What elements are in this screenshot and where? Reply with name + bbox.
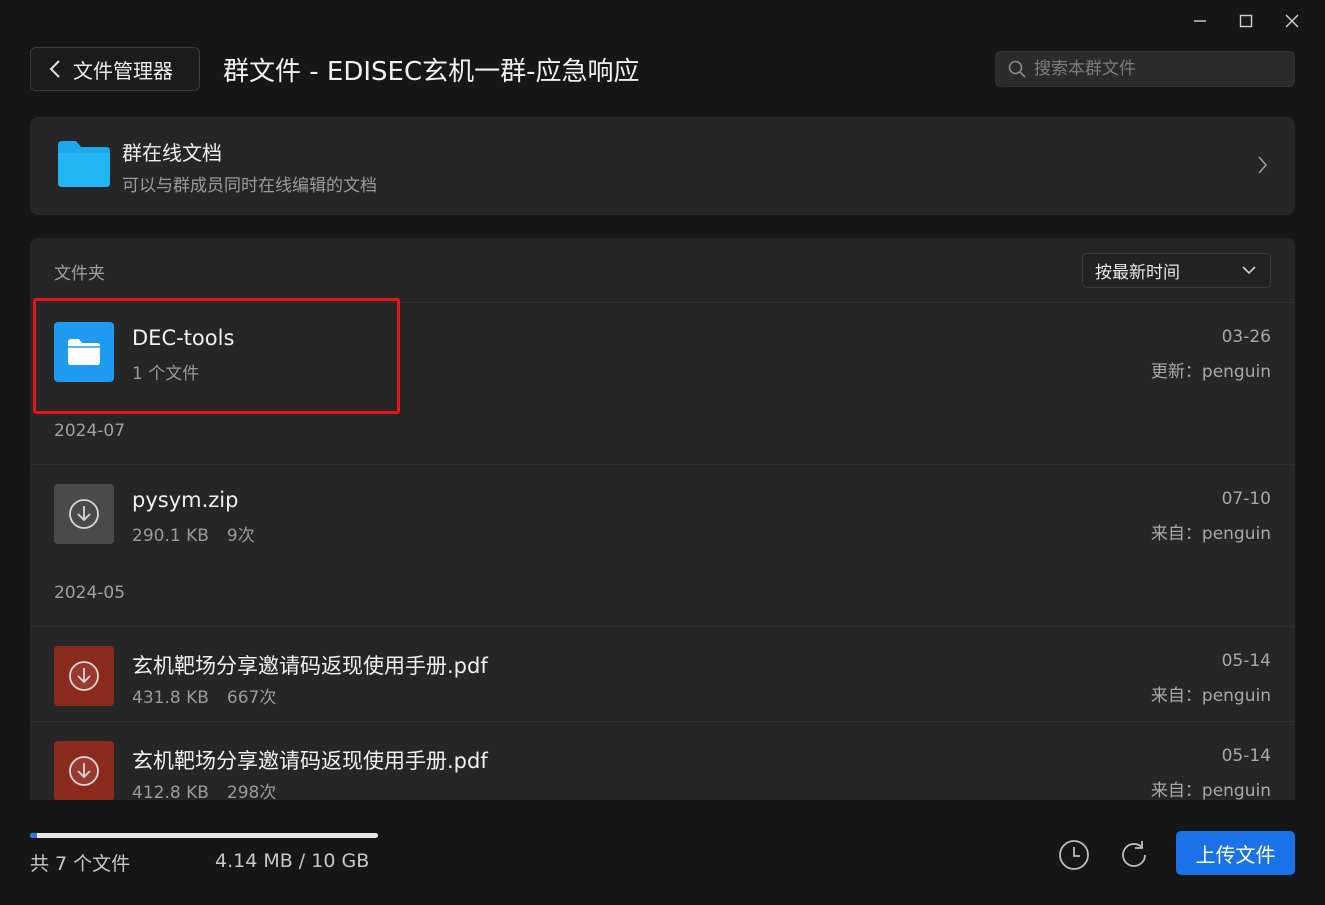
file-meta: 290.1 KB 9次 — [132, 521, 255, 546]
download-icon[interactable] — [54, 646, 114, 706]
sort-label: 按最新时间 — [1095, 263, 1180, 283]
file-name: 玄机靶场分享邀请码返现使用手册.pdf — [132, 749, 488, 773]
file-uploader: 来自：penguin — [1150, 686, 1271, 706]
search-icon — [1008, 60, 1026, 78]
group-label: 2024-07 — [54, 421, 126, 441]
upload-file-button[interactable]: 上传文件 — [1176, 831, 1295, 875]
download-icon[interactable] — [54, 484, 114, 544]
file-downloads: 9次 — [226, 526, 255, 546]
file-row[interactable]: 玄机靶场分享邀请码返现使用手册.pdf 412.8 KB 298次 05-14 来… — [30, 721, 1295, 800]
sort-dropdown[interactable]: 按最新时间 — [1082, 253, 1271, 288]
folder-section-label: 文件夹 — [54, 264, 105, 284]
highlight-box — [33, 298, 400, 414]
maximize-icon[interactable] — [1223, 6, 1269, 36]
search-input[interactable] — [1034, 59, 1274, 79]
folder-icon — [58, 141, 110, 187]
back-to-file-manager-button[interactable]: 文件管理器 — [30, 47, 200, 91]
file-count: 共 7 个文件 — [30, 853, 131, 875]
chevron-left-icon — [49, 60, 60, 78]
file-date: 05-14 — [1221, 746, 1271, 766]
file-size: 412.8 KB — [132, 783, 209, 800]
window-controls — [1177, 6, 1315, 36]
folder-date: 03-26 — [1221, 327, 1271, 347]
group-files-window: 文件管理器 群文件 - EDISEC玄机一群-应急响应 群在线文档 可以与群成员… — [0, 0, 1325, 905]
file-uploader: 来自：penguin — [1150, 524, 1271, 544]
file-name: pysym.zip — [132, 488, 239, 512]
back-button-label: 文件管理器 — [73, 58, 173, 83]
file-downloads: 298次 — [226, 783, 277, 800]
file-uploader: 来自：penguin — [1150, 781, 1271, 800]
storage-usage: 4.14 MB / 10 GB — [215, 850, 370, 872]
storage-progress-fill — [30, 833, 37, 838]
history-icon[interactable] — [1057, 838, 1091, 872]
file-size: 431.8 KB — [132, 688, 209, 708]
file-name: 玄机靶场分享邀请码返现使用手册.pdf — [132, 654, 488, 678]
group-label: 2024-05 — [54, 583, 126, 603]
file-row[interactable]: pysym.zip 290.1 KB 9次 07-10 来自：penguin — [30, 464, 1295, 559]
online-docs-title: 群在线文档 — [122, 141, 222, 165]
online-docs-card[interactable]: 群在线文档 可以与群成员同时在线编辑的文档 — [30, 117, 1295, 215]
chevron-right-icon — [1258, 156, 1267, 174]
search-box[interactable] — [995, 51, 1295, 87]
close-icon[interactable] — [1269, 6, 1315, 36]
online-docs-subtitle: 可以与群成员同时在线编辑的文档 — [122, 176, 377, 196]
file-meta: 412.8 KB 298次 — [132, 778, 276, 800]
folder-updated-by: 更新：penguin — [1150, 362, 1271, 382]
footer-bar: 共 7 个文件 4.14 MB / 10 GB 上传文件 — [0, 800, 1325, 905]
file-date: 07-10 — [1221, 489, 1271, 509]
download-icon[interactable] — [54, 741, 114, 800]
file-downloads: 667次 — [226, 688, 277, 708]
file-row[interactable]: 玄机靶场分享邀请码返现使用手册.pdf 431.8 KB 667次 05-14 来… — [30, 626, 1295, 721]
storage-progress-bar — [30, 833, 378, 838]
minimize-icon[interactable] — [1177, 6, 1223, 36]
chevron-down-icon — [1242, 266, 1256, 275]
file-size: 290.1 KB — [132, 526, 209, 546]
page-title: 群文件 - EDISEC玄机一群-应急响应 — [223, 57, 640, 87]
file-date: 05-14 — [1221, 651, 1271, 671]
refresh-icon[interactable] — [1117, 838, 1151, 872]
file-meta: 431.8 KB 667次 — [132, 683, 276, 708]
